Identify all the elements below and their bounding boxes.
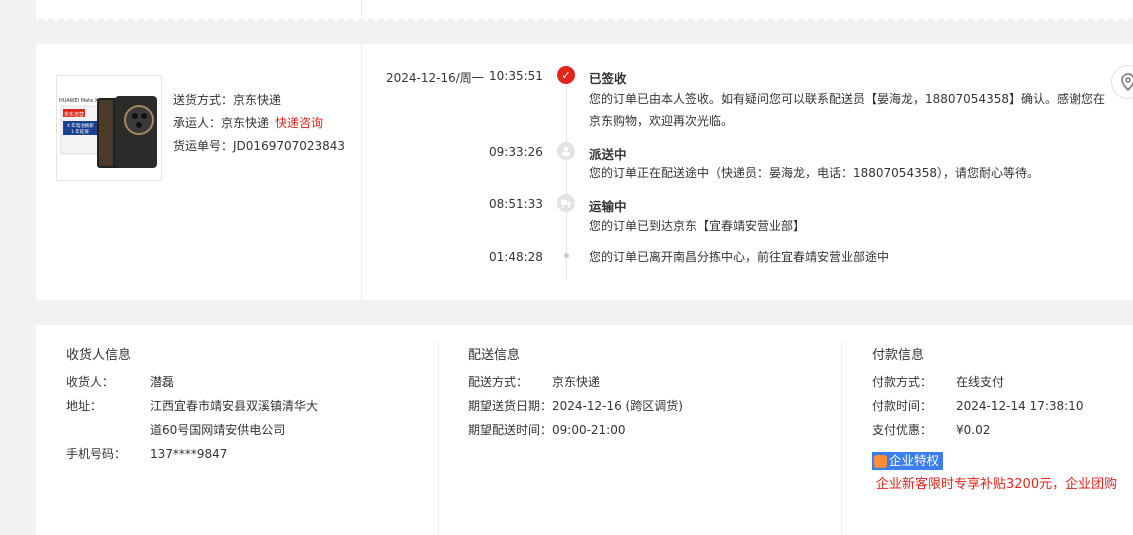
- delivery-method-label: 配送方式：: [468, 375, 529, 389]
- timeline-dot: [564, 253, 569, 258]
- recipient-name-label: 收货人：: [66, 375, 115, 389]
- delivery-time-row: 期望配送时间：09:00-21:00: [468, 418, 626, 442]
- tracking-card: 京东自营 4 年电池换新 1 年延保 HUAWEI Mate X6 送货方式：京…: [36, 44, 1133, 300]
- divider: [361, 44, 362, 300]
- carrier-label: 承运人：: [173, 116, 222, 130]
- payment-time-label: 付款时间：: [872, 399, 933, 413]
- event-description: 您的订单正在配送途中（快递员：晏海龙，电话：18807054358），请您耐心等…: [589, 166, 1039, 180]
- delivery-title: 配送信息: [468, 348, 521, 363]
- phone-label: 手机号码：: [66, 447, 127, 461]
- payment-title: 付款信息: [872, 348, 925, 363]
- timeline-line: [566, 80, 567, 280]
- event-time: 01:48:28: [489, 250, 543, 264]
- address-line1: 江西宜春市靖安县双溪镇清华大: [150, 399, 319, 413]
- shipping-method-row: 送货方式：京东快递: [173, 89, 345, 112]
- shipping-method-label: 送货方式：: [173, 93, 234, 107]
- tracking-number-label: 货运单号：: [173, 139, 234, 153]
- courier-consult-link[interactable]: 快递咨询: [275, 116, 323, 130]
- payment-method-value: 在线支付: [956, 375, 1005, 389]
- payment-time-value: 2024-12-14 17:38:10: [956, 399, 1084, 413]
- payment-time-row: 付款时间： 2024-12-14 17:38:10: [872, 394, 1083, 418]
- payment-discount-value: ¥0.02: [956, 423, 991, 437]
- product-image[interactable]: 京东自营 4 年电池换新 1 年延保 HUAWEI Mate X6: [56, 75, 162, 181]
- event-status: 运输中: [589, 199, 627, 214]
- phone-value: 137****9847: [150, 447, 228, 461]
- image-brand-text: HUAWEI Mate X6: [59, 98, 101, 104]
- tracking-number-value: JD0169707023843: [233, 139, 346, 153]
- tracking-number-row: 货运单号：JD0169707023843: [173, 135, 345, 158]
- delivery-time-label: 期望配送时间：: [468, 423, 553, 437]
- product-phone-image: 京东自营 4 年电池换新 1 年延保 HUAWEI Mate X6: [57, 76, 161, 180]
- payment-method-row: 付款方式： 在线支付: [872, 370, 1004, 394]
- delivery-date-label: 期望送货日期：: [468, 399, 553, 413]
- event-status: 派送中: [589, 147, 627, 162]
- delivery-method-row: 配送方式： 京东快递: [468, 370, 600, 394]
- delivery-method-value: 京东快递: [552, 375, 601, 389]
- column-divider: [841, 341, 842, 535]
- address-line2: 道60号国网靖安供电公司: [150, 423, 286, 437]
- enterprise-badge-label: 企业特权: [889, 453, 940, 468]
- zigzag-edge: [36, 15, 1133, 23]
- truck-icon: [557, 194, 575, 212]
- image-line2-text: 1 年延保: [71, 128, 89, 135]
- event-description: 您的订单已由本人签收。如有疑问您可以联系配送员【晏海龙，18807054358】…: [589, 92, 1105, 128]
- carrier-row: 承运人：京东快递 快递咨询: [173, 112, 345, 135]
- payment-discount-row: 支付优惠： ¥0.02: [872, 418, 990, 442]
- map-button[interactable]: [1111, 65, 1133, 99]
- event-time: 08:51:33: [489, 197, 543, 211]
- event-time: 10:35:51: [489, 69, 543, 83]
- courier-icon: [557, 142, 575, 160]
- shipping-method-value: 京东快递: [233, 93, 282, 107]
- event-time: 09:33:26: [489, 145, 543, 159]
- delivery-time-value: 09:00-21:00: [552, 423, 626, 437]
- shipping-info: 送货方式：京东快递 承运人：京东快递 快递咨询 货运单号：JD0169707023…: [173, 89, 345, 158]
- event-description: 您的订单已到达京东【宜春靖安营业部】: [589, 219, 806, 233]
- image-badge-text: 京东自营: [64, 111, 84, 118]
- recipient-name-row: 收货人： 潜磊: [66, 370, 174, 394]
- image-line1-text: 4 年电池换新: [67, 122, 94, 129]
- recipient-title: 收货人信息: [66, 348, 132, 363]
- payment-discount-label: 支付优惠：: [872, 423, 933, 437]
- address-row: 地址： 江西宜春市靖安县双溪镇清华大: [66, 394, 318, 418]
- delivery-date-value: 2024-12-16 (跨区调货): [552, 399, 683, 413]
- order-info-card: 收货人信息 收货人： 潜磊 地址： 江西宜春市靖安县双溪镇清华大 道60号国网靖安供…: [36, 325, 1133, 535]
- enterprise-badge[interactable]: 企业特权: [872, 452, 944, 470]
- event-status: 已签收: [589, 71, 627, 86]
- phone-row: 手机号码： 137****9847: [66, 442, 227, 466]
- address-label: 地址：: [66, 399, 103, 413]
- gift-icon: [874, 454, 887, 468]
- payment-method-label: 付款方式：: [872, 375, 933, 389]
- delivery-date-row: 期望送货日期：2024-12-16 (跨区调货): [468, 394, 683, 418]
- check-icon: ✓: [557, 66, 575, 84]
- column-divider: [438, 341, 439, 535]
- enterprise-promo-link[interactable]: 企业新客限时专享补贴3200元，企业团购: [876, 473, 1117, 492]
- timeline-date: 2024-12-16/周一: [386, 71, 484, 85]
- carrier-value: 京东快递: [221, 116, 270, 130]
- event-description: 您的订单已离开南昌分拣中心，前往宜春靖安营业部途中: [589, 250, 890, 264]
- map-pin-icon: [1121, 73, 1133, 92]
- recipient-name-value: 潜磊: [150, 375, 175, 389]
